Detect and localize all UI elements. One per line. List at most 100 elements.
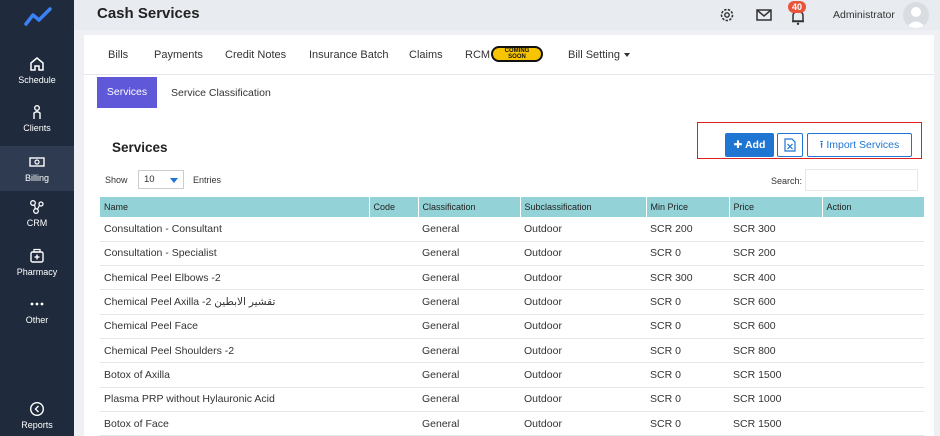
cell-name: Chemical Peel Shoulders -2 (100, 338, 369, 364)
tab-claims[interactable]: Claims (409, 49, 443, 61)
table-row[interactable]: Chemical Peel Shoulders -2 General Outdoor… (100, 338, 924, 364)
avatar[interactable] (903, 2, 929, 28)
col-header-code[interactable]: Code (369, 197, 419, 217)
cell-classification: General (418, 411, 520, 436)
col-header-price[interactable]: Price (729, 197, 823, 217)
sidebar-item-label: CRM (26, 218, 48, 228)
upload-icon: ⭱ (819, 139, 824, 151)
cell-min-price: SCR 200 (646, 217, 729, 242)
top-header: Cash Services 40 Administrator (74, 0, 940, 30)
cell-min-price: SCR 0 (646, 241, 729, 267)
money-icon (29, 157, 45, 167)
sidebar-item-reports[interactable]: Reports (0, 401, 74, 430)
sidebar-item-label: Schedule (18, 75, 56, 85)
cell-price: SCR 1500 (729, 362, 822, 388)
cell-code (369, 217, 418, 242)
cell-min-price: SCR 0 (646, 314, 729, 339)
reports-icon (29, 401, 45, 417)
import-services-label: Import Services (826, 139, 900, 151)
cell-price: SCR 600 (729, 314, 822, 339)
sidebar-item-label: Other (25, 315, 49, 325)
app-logo-icon[interactable] (24, 6, 52, 28)
tab-credit-notes[interactable]: Credit Notes (225, 49, 286, 61)
cell-price: SCR 600 (729, 289, 822, 315)
table-header-row: Name Code Classification Subclassificati… (100, 197, 925, 217)
cell-classification: General (418, 217, 520, 242)
cell-action (822, 314, 924, 339)
more-dots-icon (30, 302, 44, 306)
sidebar-item-other[interactable]: Other (0, 296, 74, 325)
sidebar-item-crm[interactable]: CRM (0, 199, 74, 228)
sidebar-item-label: Billing (24, 173, 49, 183)
tab-bill-setting-label: Bill Setting (568, 49, 620, 61)
subtab-services[interactable]: Services (97, 77, 157, 108)
tab-bills[interactable]: Bills (108, 49, 128, 61)
import-services-button[interactable]: ⭱ Import Services (807, 133, 912, 157)
gear-icon[interactable] (718, 6, 736, 24)
cell-name: Consultation - Consultant (100, 217, 369, 242)
services-table: Name Code Classification Subclassificati… (100, 197, 925, 436)
tab-payments[interactable]: Payments (154, 49, 203, 61)
user-name[interactable]: Administrator (833, 9, 895, 21)
add-button[interactable]: ✚ Add (725, 133, 774, 157)
cell-price: SCR 200 (729, 241, 822, 267)
col-header-min-price[interactable]: Min Price (646, 197, 730, 217)
entries-select[interactable]: 10 (138, 170, 184, 189)
cell-subclassification: Outdoor (520, 338, 646, 364)
cell-name: Plasma PRP without Hylauronic Acid (100, 387, 369, 412)
home-icon (30, 57, 44, 71)
cell-classification: General (418, 289, 520, 315)
plus-icon: ✚ (733, 139, 743, 151)
cell-price: SCR 400 (729, 265, 822, 291)
cell-subclassification: Outdoor (520, 411, 646, 436)
medicine-icon (30, 248, 44, 263)
cell-price: SCR 300 (729, 217, 822, 242)
billing-tabs: Bills Payments Credit Notes Insurance Ba… (84, 35, 934, 75)
cell-subclassification: Outdoor (520, 217, 646, 242)
cell-name: Botox of Axilla (100, 362, 369, 388)
cell-classification: General (418, 314, 520, 339)
table-row[interactable]: Consultation - Consultant General Outdoor S… (100, 217, 924, 242)
col-header-name[interactable]: Name (100, 197, 370, 217)
cell-code (369, 362, 418, 388)
sidebar-item-label: Clients (23, 123, 51, 133)
tab-rcm[interactable]: RCM (465, 49, 490, 61)
cell-classification: General (418, 338, 520, 364)
cell-action (822, 217, 924, 242)
search-input[interactable] (805, 169, 918, 191)
table-row[interactable]: Botox of Face General Outdoor SCR 0 SCR 1500 (100, 411, 924, 436)
cell-name: Botox of Face (100, 411, 369, 436)
tab-insurance-batch[interactable]: Insurance Batch (309, 49, 389, 61)
table-row[interactable]: Chemical Peel Elbows -2 General Outdoor SCR… (100, 265, 924, 291)
export-excel-button[interactable] (777, 133, 803, 157)
col-header-classification[interactable]: Classification (418, 197, 521, 217)
table-row[interactable]: Botox of Axilla General Outdoor SCR 0 SCR 15… (100, 362, 924, 388)
network-icon (30, 200, 44, 214)
sidebar-item-clients[interactable]: Clients (0, 104, 74, 133)
table-row[interactable]: Chemical Peel Face General Outdoor SCR 0 SCR… (100, 314, 924, 339)
tab-bill-setting[interactable]: Bill Setting (568, 49, 630, 61)
cell-price: SCR 800 (729, 338, 822, 364)
table-body: Consultation - Consultant General Outdoor S… (100, 217, 924, 436)
cell-name: Chemical Peel Elbows -2 (100, 265, 369, 291)
sidebar-item-pharmacy[interactable]: Pharmacy (0, 248, 74, 277)
subtab-service-classification[interactable]: Service Classification (171, 87, 271, 99)
show-label: Show (105, 175, 128, 185)
sidebar-item-schedule[interactable]: Schedule (0, 56, 74, 85)
person-icon (33, 105, 41, 119)
cell-subclassification: Outdoor (520, 387, 646, 412)
sidebar-item-billing[interactable]: Billing (0, 146, 74, 191)
table-row[interactable]: Consultation - Specialist General Outdoor S… (100, 241, 924, 267)
mail-icon[interactable] (755, 6, 773, 24)
cell-subclassification: Outdoor (520, 265, 646, 291)
cell-action (822, 362, 924, 388)
cell-action (822, 265, 924, 291)
cell-min-price: SCR 0 (646, 387, 729, 412)
cell-subclassification: Outdoor (520, 241, 646, 267)
table-row[interactable]: Plasma PRP without Hylauronic Acid Genera… (100, 387, 924, 412)
excel-file-icon (784, 138, 796, 152)
col-header-subclassification[interactable]: Subclassification (520, 197, 647, 217)
cell-subclassification: Outdoor (520, 289, 646, 315)
chevron-down-icon (170, 178, 178, 183)
table-row[interactable]: Chemical Peel Axilla -2 تقشير الابطين Gen… (100, 289, 924, 315)
